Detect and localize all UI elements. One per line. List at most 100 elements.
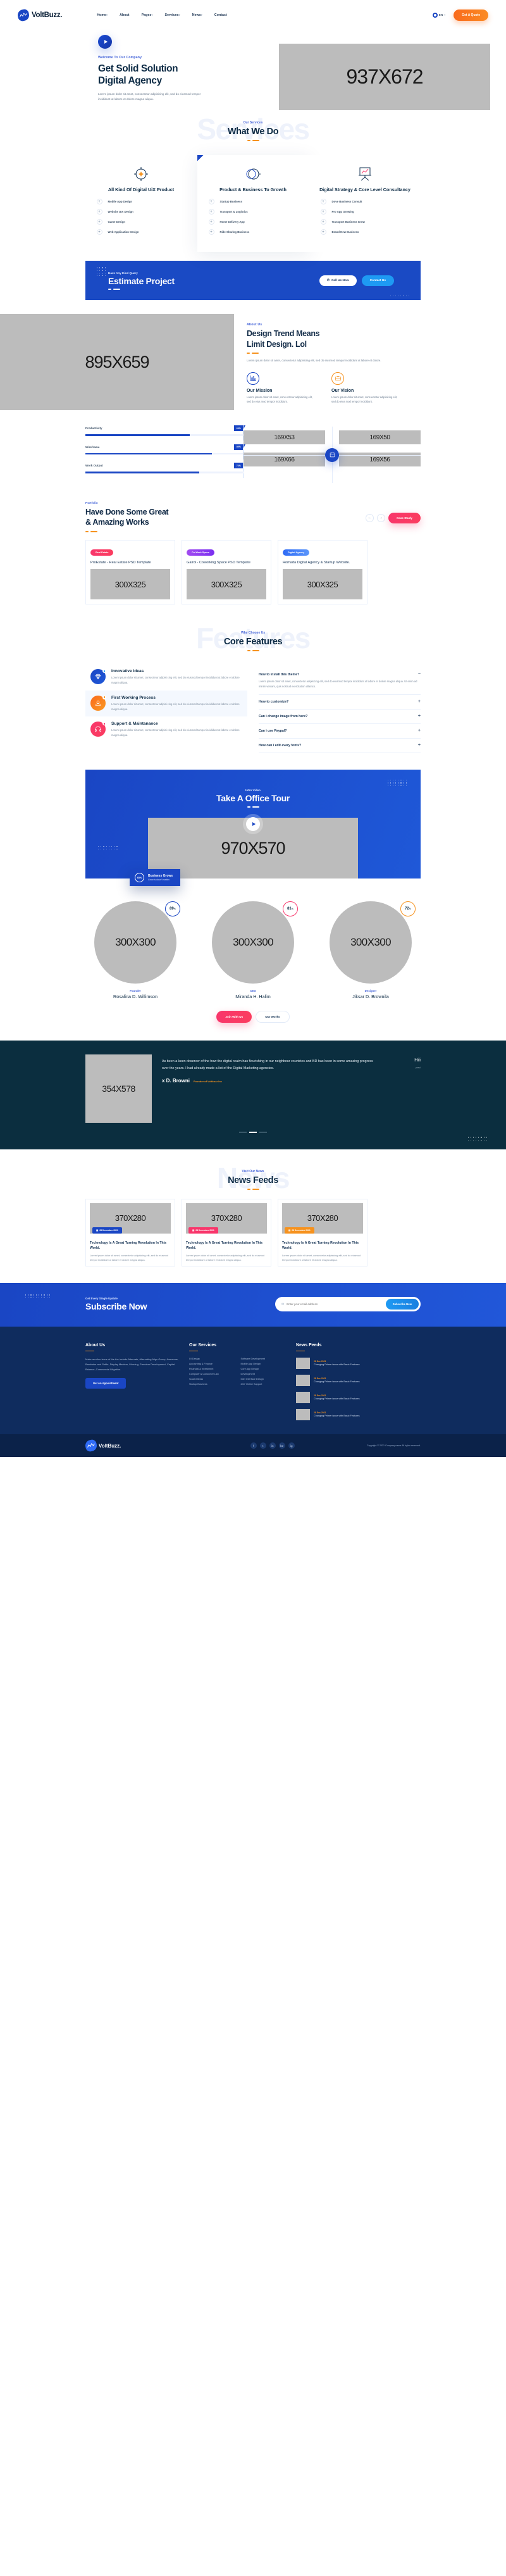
portfolio-header: Portfolio Have Done Some Great & Amazing … xyxy=(85,502,421,532)
language-label: EN xyxy=(438,13,443,16)
service-list-item[interactable]: + Dove Business Consult xyxy=(318,199,412,205)
join-with-us-button[interactable]: Join With Us xyxy=(216,1011,252,1023)
video-section: Intro Video Take A Office Tour 970X570 6… xyxy=(85,770,421,887)
contact-us-button[interactable]: Contact Us xyxy=(361,275,394,286)
news-card-text: Lorem ipsum dolor sit amet, consectetur … xyxy=(282,1253,361,1262)
service-list-item[interactable]: + Startup Business xyxy=(206,199,300,205)
nav-item-news[interactable]: News▾ xyxy=(192,13,202,17)
faq-item[interactable]: Can i use Paypal? + xyxy=(259,724,421,739)
chevron-down-icon: ▾ xyxy=(178,13,180,16)
footer-about-title: About Us xyxy=(85,1343,180,1352)
subscribe-button[interactable]: Subscribe Now xyxy=(385,1299,419,1310)
footer-link[interactable]: Startup Business xyxy=(189,1383,236,1385)
service-list-item[interactable]: + Home Delivery App xyxy=(206,219,300,225)
footer-brand-name: VoltBuzz. xyxy=(99,1442,121,1449)
twitter-icon[interactable]: t xyxy=(259,1442,266,1449)
portfolio-card[interactable]: Digital Agency Romada Digital Agency & S… xyxy=(278,539,367,605)
pagination-dot-active[interactable] xyxy=(249,1132,257,1133)
news-title: Changing Primer issue with Basic Feature… xyxy=(314,1380,360,1384)
testimonial-body: As been a keen observer of the how the d… xyxy=(162,1054,376,1123)
service-card[interactable]: Product & Business To Growth + Startup Bu… xyxy=(197,155,309,253)
hero-play-button[interactable] xyxy=(98,35,112,49)
linkedin-icon[interactable]: in xyxy=(269,1442,276,1449)
arrow-right-icon[interactable]: → xyxy=(376,513,385,522)
footer-bottom-bar: VoltBuzz. f t in be ig Copyright © 2021 … xyxy=(0,1434,506,1458)
case-study-button[interactable]: Case Study xyxy=(388,512,421,523)
portfolio-card[interactable]: Co-Work Space Gairol - Coworking Space P… xyxy=(182,539,271,605)
news-thumbnail xyxy=(296,1409,310,1421)
features-eyebrow: Why Choose Us xyxy=(240,631,266,635)
service-card[interactable]: Digital Strategy & Core Level Consultanc… xyxy=(309,155,421,253)
footer-link[interactable]: Core App Design xyxy=(241,1368,288,1370)
footer-link[interactable]: Inter Interface Design xyxy=(241,1378,288,1380)
language-selector[interactable]: EN ▾ xyxy=(432,12,445,18)
footer-link[interactable]: Mobile App Design xyxy=(241,1363,288,1365)
service-list-item[interactable]: + Game Design xyxy=(94,219,188,225)
nav-item-contact[interactable]: Contact xyxy=(214,13,227,17)
footer-link[interactable]: Social Media xyxy=(189,1378,236,1380)
footer-link[interactable]: Accounting & Finance xyxy=(189,1363,236,1365)
brand-logo[interactable]: VoltBuzz. xyxy=(16,8,63,22)
footer-news-item[interactable]: 28 Dec 2021 Changing Primer issue with Ba… xyxy=(296,1392,407,1404)
instagram-icon[interactable]: ig xyxy=(288,1442,295,1449)
get-an-appointment-button[interactable]: Get An Appointment xyxy=(85,1378,126,1389)
footer-news-item[interactable]: 28 Dec 2021 Changing Primer issue with Ba… xyxy=(296,1375,407,1387)
arrow-left-icon[interactable]: ← xyxy=(365,513,374,522)
news-card-text: Lorem ipsum dolor sit amet, consectetur … xyxy=(186,1253,265,1262)
service-list-item[interactable]: + Ride Sharing Business xyxy=(206,229,300,235)
news-card[interactable]: 370X280 ▤ 28 December 2021 Technology Is … xyxy=(278,1198,367,1267)
service-list-item[interactable]: + Web Application Design xyxy=(94,229,188,235)
service-list-item[interactable]: + Website UIX Design xyxy=(94,209,188,215)
footer-link[interactable]: Financial & Investment xyxy=(189,1368,236,1370)
service-list-item[interactable]: + Transport & Logistics xyxy=(206,209,300,215)
news-card[interactable]: 370X280 ▤ 28 December 2021 Technology Is … xyxy=(85,1198,175,1267)
video-play-button[interactable] xyxy=(246,817,260,832)
about-block-text: Lorem ipsum dolor sit amet, cons ectetur… xyxy=(247,395,313,404)
get-a-quote-button[interactable]: Get A Quote xyxy=(454,9,488,21)
plus-icon: + xyxy=(96,219,102,225)
portfolio-card[interactable]: Real Estate ProEstate - Real Estate PSD … xyxy=(85,539,175,605)
service-card[interactable]: All Kind Of Digital UiX Product + Mobile … xyxy=(85,155,197,253)
behance-icon[interactable]: be xyxy=(278,1442,285,1449)
brand-name: VoltBuzz. xyxy=(32,11,63,19)
services-header: Our Services What We Do xyxy=(0,112,506,141)
features-section: Features Why Choose Us Core Features Inn… xyxy=(0,621,506,754)
service-list-item[interactable]: + Brand New Business xyxy=(318,229,412,235)
services-cards: All Kind Of Digital UiX Product + Mobile … xyxy=(0,155,506,253)
pagination-dot[interactable] xyxy=(239,1132,247,1133)
nav-item-services[interactable]: Services▾ xyxy=(165,13,180,17)
facebook-icon[interactable]: f xyxy=(250,1442,257,1449)
footer-link[interactable]: Software Development xyxy=(241,1358,288,1360)
testimonial-pagination xyxy=(0,1132,506,1133)
our-works-button[interactable]: Our Works xyxy=(256,1011,290,1023)
footer-news-item[interactable]: 28 Dec 2021 Changing Primer issue with Ba… xyxy=(296,1358,407,1370)
service-list-item[interactable]: + Transport Business Grow xyxy=(318,219,412,225)
subscribe-email-input[interactable] xyxy=(287,1303,386,1306)
pagination-dot[interactable] xyxy=(259,1132,267,1133)
footer-link[interactable]: Computer & Consumer Law xyxy=(189,1373,236,1375)
footer-news-item[interactable]: 28 Dec 2021 Changing Primer issue with Ba… xyxy=(296,1409,407,1421)
portfolio-card-title: Romada Digital Agency & Startup Website. xyxy=(283,560,350,565)
worker-icon xyxy=(90,695,106,711)
footer-link[interactable]: 24/7 Online Support xyxy=(241,1383,288,1385)
nav-item-about[interactable]: About xyxy=(120,13,129,17)
footer-link[interactable]: Development xyxy=(241,1373,288,1375)
nav-item-pages[interactable]: Pages▾ xyxy=(142,13,153,17)
video-title: Take A Office Tour xyxy=(216,793,290,804)
nav-item-home[interactable]: Home▾ xyxy=(97,13,108,17)
service-list-item[interactable]: + Mobile App Design xyxy=(94,199,188,205)
news-card[interactable]: 370X280 ▤ 28 December 2021 Technology Is … xyxy=(182,1198,271,1267)
faq-answer: Lorem ipsum dolor sit amet, consectetur … xyxy=(259,680,417,689)
faq-item[interactable]: How to install this theme? − Lorem ipsum … xyxy=(259,668,421,696)
chevron-down-icon: ▾ xyxy=(106,13,108,16)
estimate-wrapper: Have Any Kind Query Estimate Project ✆ Ca… xyxy=(85,261,421,301)
footer-link[interactable]: UI Design xyxy=(189,1358,236,1360)
footer-logo[interactable]: VoltBuzz. xyxy=(84,1439,121,1453)
news-cards: 370X280 ▤ 28 December 2021 Technology Is … xyxy=(85,1198,421,1267)
faq-item[interactable]: How to customize? + xyxy=(259,695,421,710)
testimonial-next-preview[interactable]: Hili previ xyxy=(386,1054,421,1123)
faq-item[interactable]: Can i change image from here? + xyxy=(259,710,421,725)
call-us-now-button[interactable]: ✆ Call Us Now xyxy=(319,275,357,286)
faq-item[interactable]: How can i edit every fonts? + xyxy=(259,739,421,754)
service-list-item[interactable]: + Pro App Growing xyxy=(318,209,412,215)
